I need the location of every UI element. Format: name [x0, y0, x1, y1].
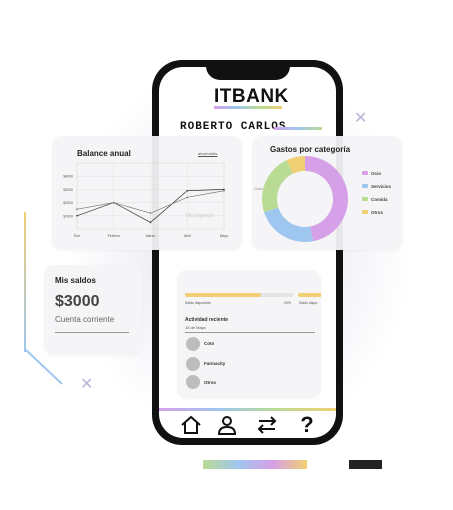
user-icon[interactable] [216, 414, 238, 436]
expenses-card: Gastos por categoría Gasto Ocio Servicios… [252, 136, 402, 250]
second-available-label: Saldo dispo [299, 301, 318, 305]
legend-swatch [362, 184, 368, 188]
x-tick-label: Mayo [220, 234, 229, 238]
activity-date: 15 de Mayo [185, 325, 206, 330]
y-tick-label: $1000 [63, 214, 73, 218]
donut-slice-servicios [264, 207, 314, 242]
balance-amount: $3000 [55, 293, 100, 310]
data-point [186, 189, 189, 192]
avatar [186, 375, 200, 389]
balance-card: Balance anual ahorro/año Mis ingresos $4… [52, 136, 242, 250]
avatar [186, 337, 200, 351]
account-type: Cuenta corriente [55, 315, 115, 324]
legend-label: Otros [371, 209, 384, 215]
legend-label: Servicios [371, 183, 392, 189]
legend-swatch [362, 210, 368, 214]
donut-slice-ocio [305, 156, 348, 242]
x-tick-label: Abril [184, 234, 191, 238]
donut-slice-comida [262, 160, 294, 213]
color-swatch-bar [203, 460, 307, 469]
activity-item[interactable]: Otros [204, 380, 216, 385]
x-tick-label: Marzo [146, 234, 156, 238]
dark-block [349, 460, 382, 469]
data-point [76, 208, 78, 210]
phone-notch [206, 60, 290, 80]
legend-label: Comida [371, 196, 388, 202]
data-point [149, 212, 152, 214]
second-progress-fill [298, 293, 321, 297]
data-point [186, 196, 189, 199]
activity-item[interactable]: Coto [204, 341, 214, 346]
available-progress-track [185, 293, 293, 297]
balance-mini-title: Mis saldos [55, 276, 96, 285]
legend-label: Ocio [371, 170, 382, 176]
user-name-underline [274, 127, 322, 130]
decorative-x-icon: ✕ [80, 376, 94, 393]
divider [55, 332, 129, 333]
decorative-line [24, 212, 26, 352]
activity-title: Actividad reciente [185, 317, 229, 323]
help-icon[interactable]: ? [296, 414, 318, 436]
y-tick-label: $4000 [63, 175, 73, 179]
available-progress-fill [185, 293, 261, 297]
y-tick-label: $2000 [63, 201, 73, 205]
available-percent: 20% [284, 301, 292, 305]
logo-underline [214, 106, 282, 109]
activity-item[interactable]: Farmacity [204, 361, 225, 366]
x-tick-label: Ene [74, 234, 80, 238]
balance-mini-card: Mis saldos $3000 Cuenta corriente [44, 265, 142, 355]
data-point [223, 189, 225, 192]
balance-line-chart: $4000 $3000 $2000 $1000 Ene Febrero Marzo Abril… [63, 162, 229, 238]
home-icon[interactable] [180, 414, 202, 436]
available-label: Saldo disponible [185, 301, 211, 305]
app-logo: ITBANK [214, 86, 289, 107]
avatar [186, 357, 200, 371]
y-tick-label: $3000 [63, 188, 73, 192]
decorative-x-icon: ✕ [354, 110, 368, 127]
legend-swatch [362, 171, 368, 175]
nav-divider [159, 408, 336, 411]
data-point [149, 221, 152, 224]
user-name: ROBERTO CARLOS [180, 121, 287, 133]
x-tick-label: Febrero [108, 234, 120, 238]
transfer-icon[interactable] [256, 414, 278, 436]
legend-swatch [362, 197, 368, 201]
data-point [112, 201, 115, 204]
expenses-donut-chart [262, 156, 348, 242]
activity-card: Saldo disponible 20% Saldo dispo Activid… [177, 270, 321, 398]
divider [185, 332, 315, 333]
data-point [76, 215, 78, 217]
